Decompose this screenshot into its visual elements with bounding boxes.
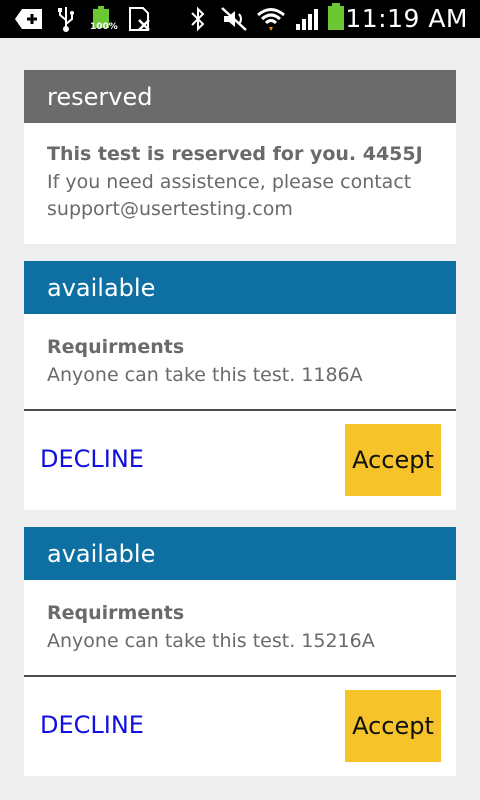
requirements-text: Anyone can take this test. 15216A: [47, 630, 375, 652]
requirements-text: Anyone can take this test. 1186A: [47, 364, 363, 386]
bluetooth-icon: [190, 6, 206, 32]
battery-icon: [326, 3, 346, 30]
decline-button[interactable]: DECLINE: [40, 445, 144, 473]
reserved-message: This test is reserved for you. 4455J: [47, 143, 423, 165]
card-status-header: reserved: [24, 70, 456, 123]
reserved-test-card: reserved This test is reserved for you. …: [24, 70, 456, 244]
decline-button[interactable]: DECLINE: [40, 711, 144, 739]
wifi-icon: [256, 6, 286, 32]
add-icon: [14, 6, 44, 32]
accept-button[interactable]: Accept: [345, 424, 441, 496]
clock-time: 11:19 AM: [345, 4, 468, 33]
no-sim-icon: [128, 6, 152, 32]
battery-percent: 100%: [90, 22, 118, 32]
usb-icon: [56, 6, 76, 32]
requirements-label: Requirments: [47, 336, 185, 358]
available-test-card: available Requirments Anyone can take th…: [24, 527, 456, 776]
requirements-label: Requirments: [47, 602, 185, 624]
support-contact-text: If you need assistence, please contact s…: [47, 171, 412, 220]
accept-button[interactable]: Accept: [345, 690, 441, 762]
status-bar: 100% 11:19 AM: [0, 0, 480, 38]
card-status-header: available: [24, 261, 456, 314]
card-status-header: available: [24, 527, 456, 580]
mute-icon: [220, 6, 248, 32]
signal-icon: [294, 6, 322, 32]
available-test-card: available Requirments Anyone can take th…: [24, 261, 456, 510]
